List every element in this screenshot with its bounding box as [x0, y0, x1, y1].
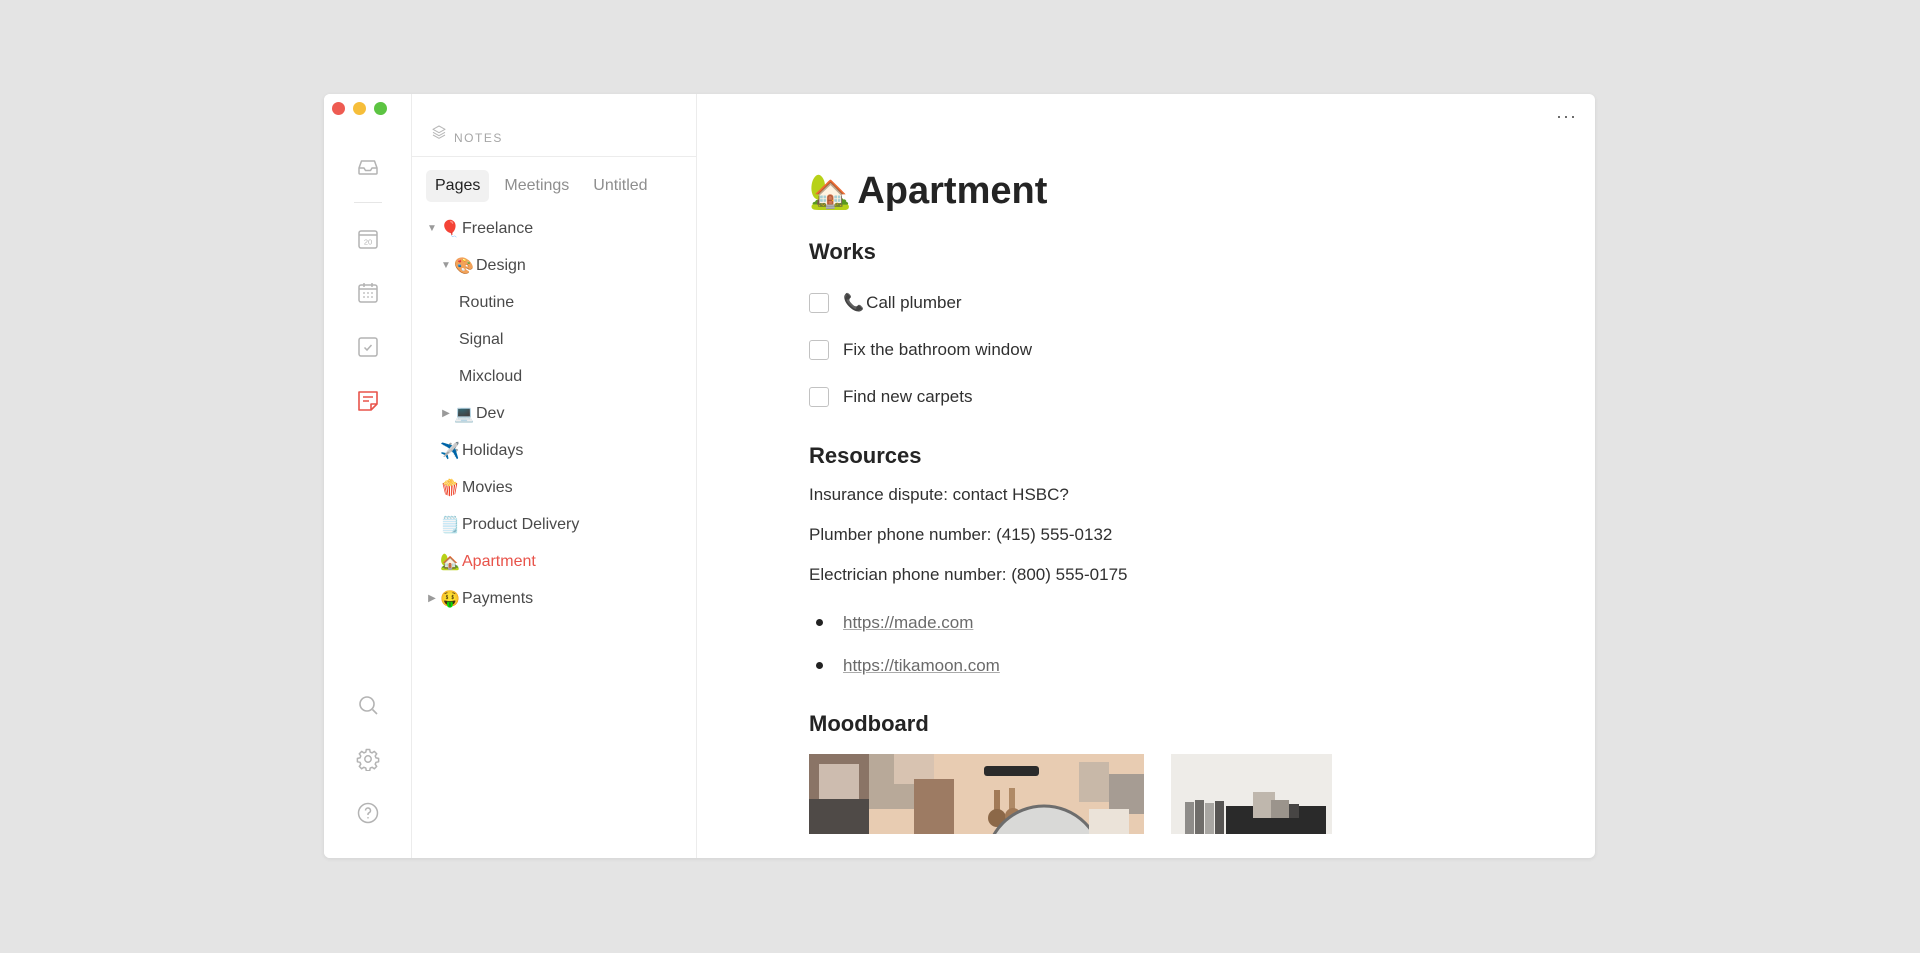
- tree-item-product-delivery[interactable]: 🗒️ Product Delivery: [412, 506, 696, 543]
- notes-icon[interactable]: [355, 388, 381, 414]
- tasks-check-icon[interactable]: [355, 334, 381, 360]
- page-emoji-icon: 🎈: [440, 220, 460, 238]
- tree-item-mixcloud[interactable]: Mixcloud: [412, 358, 696, 395]
- page-emoji-icon: 🗒️: [440, 516, 460, 534]
- resources-block: Insurance dispute: contact HSBC? Plumber…: [809, 475, 1509, 595]
- tree-item-label: Signal: [459, 330, 504, 348]
- sidebar-title: NOTES: [454, 131, 503, 145]
- tree-item-label: Apartment: [462, 552, 536, 570]
- moodboard-image-1[interactable]: [809, 754, 1144, 834]
- sidebar-tabs: Pages Meetings Untitled: [412, 157, 696, 202]
- page-tree: ▼ 🎈 Freelance ▼ 🎨 Design Routine Signal Mixcloud…: [412, 210, 696, 617]
- settings-gear-icon[interactable]: [355, 746, 381, 772]
- inbox-icon[interactable]: [355, 154, 381, 180]
- close-window-button[interactable]: [332, 102, 345, 115]
- tree-item-label: Freelance: [462, 219, 534, 237]
- todo-list: 📞 Call plumber Fix the bathroom window F…: [809, 279, 1509, 420]
- caret-down-icon[interactable]: ▼: [426, 223, 438, 234]
- tab-untitled[interactable]: Untitled: [584, 170, 656, 202]
- icon-rail: 20: [324, 94, 412, 858]
- bullet-dot: [816, 619, 823, 626]
- todo-text[interactable]: Fix the bathroom window: [843, 340, 1032, 360]
- caret-down-icon[interactable]: ▼: [440, 260, 452, 271]
- tree-item-freelance[interactable]: ▼ 🎈 Freelance: [412, 210, 696, 247]
- tree-item-label: Dev: [476, 404, 505, 422]
- tree-item-payments[interactable]: ▶ 🤑 Payments: [412, 580, 696, 617]
- resources-heading[interactable]: Resources: [809, 443, 1509, 469]
- todo-item: 📞 Call plumber: [809, 279, 1509, 326]
- todo-item: Find new carpets: [809, 373, 1509, 420]
- layers-icon: [431, 124, 447, 145]
- tree-item-label: Routine: [459, 293, 515, 311]
- page-title[interactable]: 🏡 Apartment: [809, 170, 1509, 213]
- tree-item-signal[interactable]: Signal: [412, 321, 696, 358]
- resource-line[interactable]: Plumber phone number: (415) 555-0132: [809, 515, 1509, 555]
- more-options-button[interactable]: ···: [1556, 106, 1577, 127]
- tree-item-label: Design: [476, 256, 526, 274]
- tab-pages[interactable]: Pages: [426, 170, 490, 202]
- tree-item-label: Holidays: [462, 441, 524, 459]
- todo-checkbox[interactable]: [809, 339, 829, 360]
- calendar-grid-icon[interactable]: [355, 280, 381, 306]
- tree-item-dev[interactable]: ▶ 💻 Dev: [412, 395, 696, 432]
- notes-sidebar: NOTES Pages Meetings Untitled ▼ 🎈 Freelanc…: [412, 94, 697, 858]
- todo-text[interactable]: Find new carpets: [843, 387, 972, 407]
- window-controls: [332, 102, 387, 115]
- app-window: 20 NOTES Pages Meetings Untitled ▼ 🎈 Fre…: [324, 94, 1595, 858]
- resource-line[interactable]: Insurance dispute: contact HSBC?: [809, 475, 1509, 515]
- moodboard-image-2[interactable]: [1171, 754, 1332, 834]
- page-emoji-icon: 🏡: [440, 553, 460, 571]
- sidebar-header: NOTES: [412, 94, 696, 157]
- works-heading[interactable]: Works: [809, 239, 1509, 265]
- todo-item: Fix the bathroom window: [809, 326, 1509, 373]
- link-made[interactable]: https://made.com: [843, 613, 973, 633]
- rail-divider: [354, 202, 382, 203]
- moodboard-gallery: [809, 754, 1509, 834]
- tree-item-movies[interactable]: 🍿 Movies: [412, 469, 696, 506]
- page-emoji-icon: 💻: [454, 405, 474, 423]
- page-emoji-icon: ✈️: [440, 442, 460, 460]
- tree-item-label: Product Delivery: [462, 515, 580, 533]
- page-title-emoji: 🏡: [809, 172, 852, 211]
- tree-item-label: Payments: [462, 589, 534, 607]
- bullet-dot: [816, 662, 823, 669]
- svg-text:20: 20: [364, 238, 372, 247]
- main-content: ··· 🏡 Apartment Works 📞 Call plumber Fix…: [697, 94, 1595, 858]
- maximize-window-button[interactable]: [374, 102, 387, 115]
- tree-item-label: Mixcloud: [459, 367, 523, 385]
- list-item: https://tikamoon.com: [809, 644, 1509, 687]
- todo-checkbox[interactable]: [809, 386, 829, 407]
- page-emoji-icon: 🤑: [440, 590, 460, 608]
- tree-item-routine[interactable]: Routine: [412, 284, 696, 321]
- todo-checkbox[interactable]: [809, 292, 829, 313]
- page-emoji-icon: 🍿: [440, 479, 460, 497]
- tree-item-design[interactable]: ▼ 🎨 Design: [412, 247, 696, 284]
- caret-right-icon[interactable]: ▶: [440, 408, 452, 419]
- tree-item-holidays[interactable]: ✈️ Holidays: [412, 432, 696, 469]
- caret-right-icon[interactable]: ▶: [426, 593, 438, 604]
- link-tikamoon[interactable]: https://tikamoon.com: [843, 656, 1000, 676]
- todo-text[interactable]: Call plumber: [866, 293, 961, 313]
- search-icon[interactable]: [355, 692, 381, 718]
- phone-emoji: 📞: [843, 292, 865, 312]
- page-emoji-icon: 🎨: [454, 257, 474, 275]
- calendar-day-icon[interactable]: 20: [355, 226, 381, 252]
- list-item: https://made.com: [809, 601, 1509, 644]
- moodboard-heading[interactable]: Moodboard: [809, 711, 1509, 737]
- help-icon[interactable]: [355, 800, 381, 826]
- tab-meetings[interactable]: Meetings: [495, 170, 578, 202]
- resource-line[interactable]: Electrician phone number: (800) 555-0175: [809, 555, 1509, 595]
- minimize-window-button[interactable]: [353, 102, 366, 115]
- tree-item-label: Movies: [462, 478, 513, 496]
- page-title-text: Apartment: [857, 170, 1048, 212]
- tree-item-apartment[interactable]: 🏡 Apartment: [412, 543, 696, 580]
- links-list: https://made.com https://tikamoon.com: [809, 601, 1509, 687]
- note-body: 🏡 Apartment Works 📞 Call plumber Fix the…: [809, 170, 1509, 834]
